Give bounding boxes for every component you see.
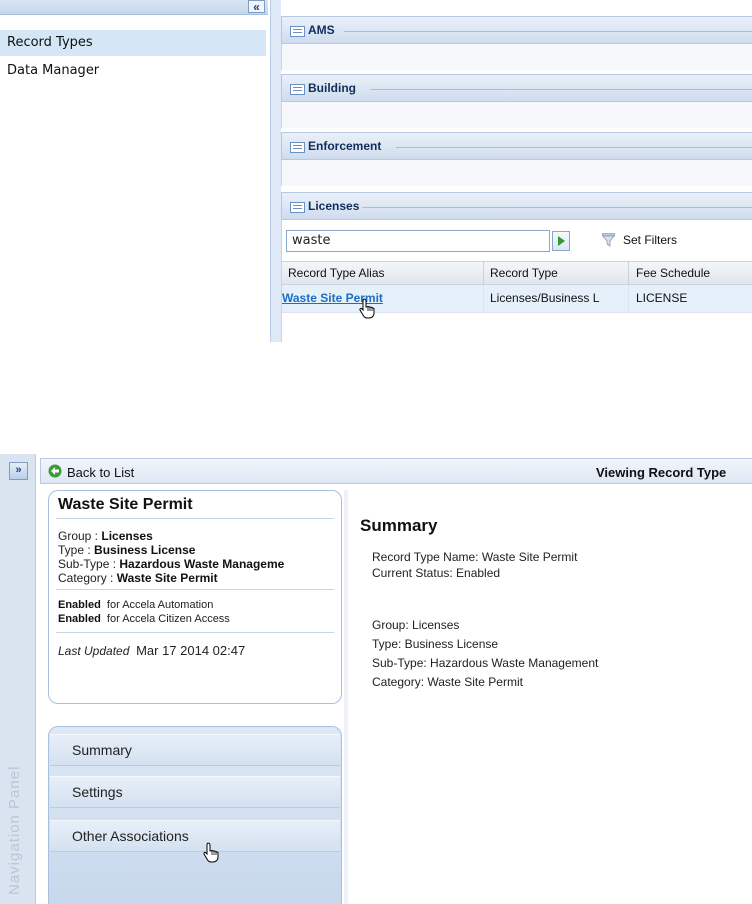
back-to-list-button[interactable]: Back to List bbox=[67, 465, 134, 480]
table-row[interactable]: Waste Site Permit Licenses/Business L LI… bbox=[282, 285, 752, 313]
record-type-cell: Licenses/Business L bbox=[490, 291, 600, 305]
panel-gutter bbox=[271, 0, 281, 342]
group-body-building bbox=[281, 102, 752, 128]
group-label: AMS bbox=[308, 23, 335, 37]
summary-record-type-name: Record Type Name: Waste Site Permit bbox=[372, 550, 578, 564]
enabled-citizen-line: Enabled for Accela Citizen Access bbox=[58, 613, 230, 625]
summary-title: Summary bbox=[360, 516, 438, 535]
divider bbox=[56, 518, 334, 519]
last-updated-line: Last Updated Mar 17 2014 02:47 bbox=[58, 643, 246, 658]
summary-type: Type: Business License bbox=[372, 637, 499, 651]
group-body-enforcement bbox=[281, 160, 752, 186]
left-panel-header bbox=[0, 0, 268, 15]
column-separator bbox=[483, 285, 484, 313]
column-separator bbox=[483, 262, 484, 285]
summary-current-status: Current Status: Enabled bbox=[372, 566, 501, 580]
grid-header: Record Type Alias Record Type Fee Schedu… bbox=[282, 261, 752, 285]
column-separator bbox=[628, 285, 629, 313]
group-label: Licenses bbox=[308, 199, 360, 213]
group-header-enforcement[interactable]: Enforcement bbox=[281, 132, 752, 160]
splitter[interactable] bbox=[344, 490, 348, 904]
column-header-fee-schedule[interactable]: Fee Schedule bbox=[636, 266, 710, 280]
nav-item-settings[interactable]: Settings bbox=[50, 776, 340, 808]
set-filters-button[interactable]: Set Filters bbox=[623, 233, 677, 247]
back-arrow-icon[interactable] bbox=[48, 464, 62, 478]
list-icon bbox=[290, 142, 305, 153]
nav-item-other-associations[interactable]: Other Associations bbox=[50, 820, 340, 852]
divider bbox=[56, 632, 334, 633]
divider bbox=[362, 207, 752, 208]
divider bbox=[370, 89, 752, 90]
record-info-card bbox=[48, 490, 342, 704]
collapse-panel-button[interactable]: « bbox=[248, 0, 265, 13]
list-icon bbox=[290, 84, 305, 95]
group-header-ams[interactable]: AMS bbox=[281, 16, 752, 44]
group-body-ams bbox=[281, 44, 752, 70]
column-header-record-type[interactable]: Record Type bbox=[490, 266, 558, 280]
list-icon bbox=[290, 202, 305, 213]
expand-panel-button[interactable]: » bbox=[9, 462, 28, 480]
card-title: Waste Site Permit bbox=[58, 496, 193, 513]
column-separator bbox=[628, 262, 629, 285]
subtype-line: Sub-Type : Hazardous Waste Manageme bbox=[58, 557, 285, 571]
divider bbox=[56, 589, 334, 590]
group-header-licenses[interactable]: Licenses bbox=[281, 192, 752, 220]
group-label: Building bbox=[308, 81, 356, 95]
left-item-record-types[interactable]: Record Types bbox=[0, 30, 266, 56]
nav-item-summary[interactable]: Summary bbox=[50, 734, 340, 766]
group-line: Group : Licenses bbox=[58, 529, 153, 543]
category-line: Category : Waste Site Permit bbox=[58, 571, 218, 585]
divider bbox=[344, 31, 752, 32]
group-header-building[interactable]: Building bbox=[281, 74, 752, 102]
divider bbox=[396, 147, 752, 148]
search-input[interactable]: waste bbox=[286, 230, 550, 252]
hand-cursor-icon bbox=[203, 842, 219, 863]
summary-subtype: Sub-Type: Hazardous Waste Management bbox=[372, 656, 599, 670]
group-label: Enforcement bbox=[308, 139, 382, 153]
hand-cursor-icon bbox=[359, 298, 375, 319]
column-header-alias[interactable]: Record Type Alias bbox=[288, 266, 385, 280]
play-arrow-icon[interactable] bbox=[552, 231, 570, 251]
navigation-panel-label: Navigation Panel bbox=[6, 765, 23, 895]
left-item-data-manager[interactable]: Data Manager bbox=[0, 58, 266, 84]
fee-schedule-cell: LICENSE bbox=[636, 291, 688, 305]
list-icon bbox=[290, 26, 305, 37]
enabled-automation-line: Enabled for Accela Automation bbox=[58, 599, 214, 611]
summary-group: Group: Licenses bbox=[372, 618, 460, 632]
summary-category: Category: Waste Site Permit bbox=[372, 675, 523, 689]
type-line: Type : Business License bbox=[58, 543, 196, 557]
viewing-title: Viewing Record Type bbox=[596, 465, 727, 480]
funnel-icon[interactable] bbox=[602, 233, 615, 247]
